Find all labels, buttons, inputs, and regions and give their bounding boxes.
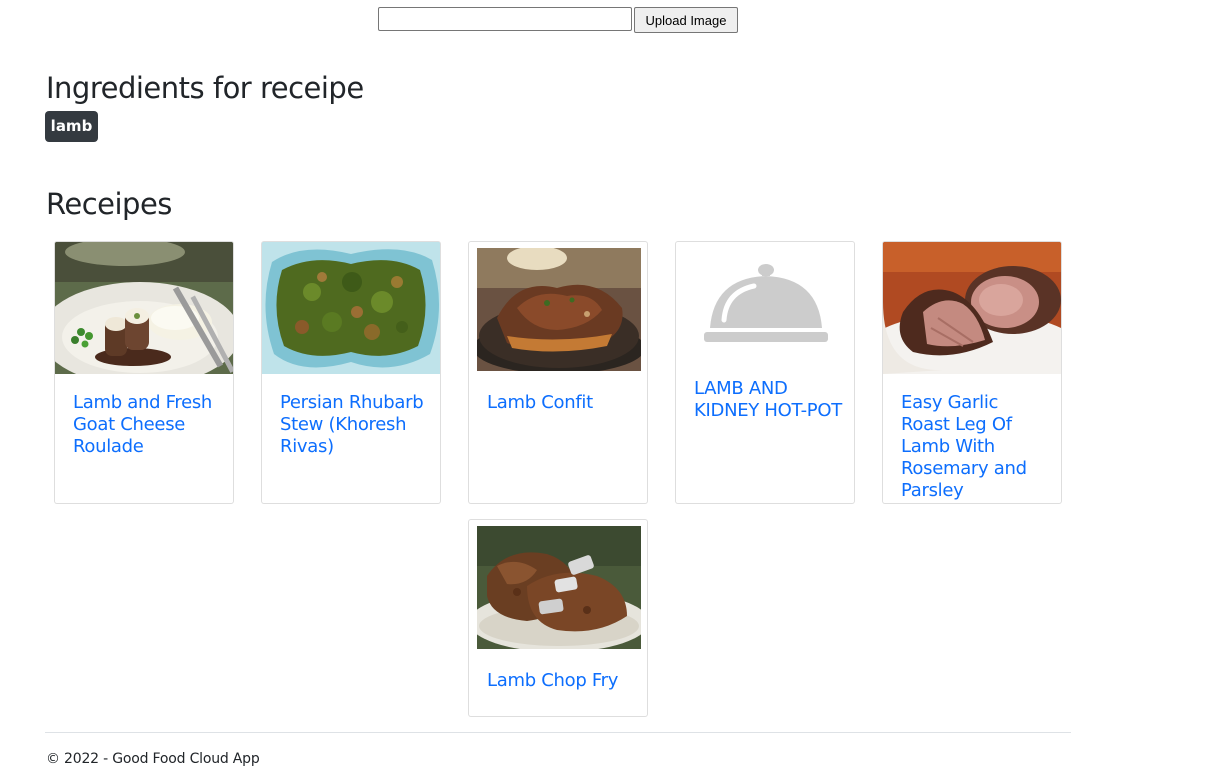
footer-divider xyxy=(45,732,1071,733)
recipe-card[interactable]: Easy Garlic Roast Leg Of Lamb With Rosem… xyxy=(882,241,1062,504)
recipe-card[interactable]: LAMB AND KIDNEY HOT-POT xyxy=(675,241,855,504)
recipe-card[interactable]: Lamb Chop Fry xyxy=(468,519,648,717)
lamb-roulade-photo xyxy=(55,242,233,374)
recipe-title-link[interactable]: Persian Rhubarb Stew (Khoresh Rivas) xyxy=(280,392,430,458)
cloche-placeholder-icon xyxy=(704,262,828,346)
green-stew-photo xyxy=(262,242,440,374)
recipe-title-link[interactable]: Lamb and Fresh Goat Cheese Roulade xyxy=(73,392,223,458)
recipe-title-link[interactable]: Easy Garlic Roast Leg Of Lamb With Rosem… xyxy=(901,392,1051,502)
footer-copyright: © 2022 - Good Food Cloud App xyxy=(46,751,260,767)
ingredients-heading: Ingredients for receipe xyxy=(46,71,364,105)
recipe-title-link[interactable]: LAMB AND KIDNEY HOT-POT xyxy=(694,378,844,422)
upload-file-input[interactable] xyxy=(378,7,632,31)
recipe-title-link[interactable]: Lamb Chop Fry xyxy=(487,670,637,692)
recipe-title-link[interactable]: Lamb Confit xyxy=(487,392,637,414)
lamb-chop-fry-photo xyxy=(477,526,641,649)
upload-image-button[interactable]: Upload Image xyxy=(634,7,738,33)
recipe-card[interactable]: Persian Rhubarb Stew (Khoresh Rivas) xyxy=(261,241,441,504)
recipe-card[interactable]: Lamb Confit xyxy=(468,241,648,504)
recipe-card[interactable]: Lamb and Fresh Goat Cheese Roulade xyxy=(54,241,234,504)
roast-lamb-photo xyxy=(883,242,1061,374)
recipes-heading: Receipes xyxy=(46,187,172,221)
ingredient-badge: lamb xyxy=(45,111,98,142)
page: Upload Image Ingredients for receipe lam… xyxy=(0,0,1216,784)
lamb-confit-photo xyxy=(477,248,641,371)
